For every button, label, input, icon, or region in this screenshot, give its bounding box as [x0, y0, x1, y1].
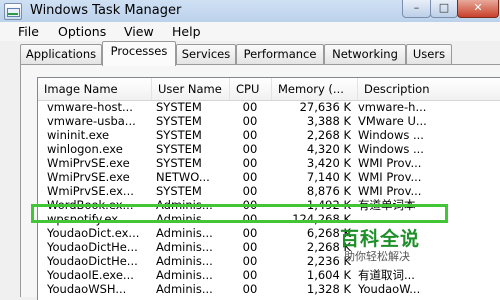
- task-manager-icon: [4, 3, 22, 20]
- process-memory: 2,268 K: [306, 128, 351, 142]
- process-cpu: 00: [242, 170, 258, 184]
- process-name: YoudaoDictHe...: [47, 254, 138, 268]
- process-cpu: 00: [242, 226, 258, 240]
- maximize-button[interactable]: □: [430, 0, 458, 18]
- watermark-logo: 百科全说 助你轻松解决: [340, 224, 460, 274]
- process-name: vmware-usba...: [47, 114, 136, 128]
- process-name: YoudaoDictHe...: [47, 240, 138, 254]
- process-name: YoudaoDict.ex...: [47, 226, 140, 240]
- process-row[interactable]: YoudaoWSH... Adminis... 00 1,328 K YoudaoW..…: [38, 282, 500, 296]
- process-row[interactable]: WmiPrvSE.exe SYSTEM 00 3,420 K WMI Prov...: [38, 156, 500, 170]
- tab-strip: Applications Processes Services Performa…: [0, 41, 500, 66]
- process-memory: 7,140 K: [306, 170, 351, 184]
- process-memory: 3,388 K: [306, 114, 351, 128]
- process-cpu: 00: [242, 156, 258, 170]
- column-memory[interactable]: Memory (...: [272, 78, 358, 100]
- process-description: YoudaoW...: [358, 282, 421, 296]
- menu-help[interactable]: Help: [172, 24, 201, 39]
- tab-services[interactable]: Services: [176, 44, 236, 64]
- watermark-title: 百科全说: [340, 228, 421, 250]
- process-name: YoudaoWSH...: [47, 282, 127, 296]
- process-user: SYSTEM: [156, 142, 202, 156]
- column-cpu[interactable]: CPU: [230, 78, 272, 100]
- process-user: Adminis...: [156, 254, 213, 268]
- process-name: WmiPrvSE.ex...: [47, 184, 134, 198]
- tab-processes[interactable]: Processes: [102, 41, 176, 66]
- menu-view[interactable]: View: [124, 24, 154, 39]
- process-name: vmware-host...: [47, 100, 133, 114]
- process-row[interactable]: wininit.exe SYSTEM 00 2,268 K Windows ...: [38, 128, 500, 142]
- column-description[interactable]: Description: [358, 78, 500, 100]
- process-memory: 1,328 K: [306, 282, 351, 296]
- tab-users[interactable]: Users: [406, 44, 452, 64]
- process-user: SYSTEM: [156, 128, 202, 142]
- process-cpu: 00: [242, 114, 258, 128]
- window-title: Windows Task Manager: [30, 3, 182, 18]
- process-memory: 3,420 K: [306, 156, 351, 170]
- menu-options[interactable]: Options: [58, 24, 106, 39]
- process-user: Adminis...: [156, 268, 213, 282]
- column-user-name[interactable]: User Name: [152, 78, 230, 100]
- process-user: Adminis...: [156, 226, 213, 240]
- process-row[interactable]: winlogon.exe SYSTEM 00 4,320 K Windows ...: [38, 142, 500, 156]
- minimize-button[interactable]: –: [402, 0, 431, 18]
- process-list-header: Image Name User Name CPU Memory (... Des…: [38, 78, 500, 101]
- process-cpu: 00: [242, 184, 258, 198]
- process-description: vmware-h...: [358, 100, 427, 114]
- process-cpu: 00: [242, 240, 258, 254]
- process-row[interactable]: vmware-usba... SYSTEM 00 3,388 K VMware U...: [38, 114, 500, 128]
- process-description: WMI Prov...: [358, 184, 422, 198]
- column-image-name[interactable]: Image Name: [38, 78, 152, 100]
- process-user: SYSTEM: [156, 100, 202, 114]
- process-name: WmiPrvSE.exe: [47, 170, 130, 184]
- process-description: VMware U...: [358, 114, 427, 128]
- close-button[interactable]: ✕: [457, 0, 499, 18]
- process-description: WMI Prov...: [358, 170, 422, 184]
- highlight-box: [31, 204, 448, 223]
- process-row[interactable]: WmiPrvSE.ex... SYSTEM 00 8,876 K WMI Prov...: [38, 184, 500, 198]
- watermark-subtitle: 助你轻松解决: [344, 250, 410, 263]
- process-user: Adminis...: [156, 282, 213, 296]
- menu-bar: File Options View Help: [0, 22, 500, 41]
- process-user: SYSTEM: [156, 114, 202, 128]
- process-cpu: 00: [242, 142, 258, 156]
- process-user: SYSTEM: [156, 156, 202, 170]
- process-row[interactable]: vmware-host... SYSTEM 00 27,636 K vmware-h..…: [38, 100, 500, 114]
- process-name: YoudaoIE.exe...: [47, 268, 134, 282]
- process-memory: 4,320 K: [306, 142, 351, 156]
- process-user: SYSTEM: [156, 184, 202, 198]
- process-memory: 8,876 K: [306, 184, 351, 198]
- process-name: wininit.exe: [47, 128, 110, 142]
- process-name: WmiPrvSE.exe: [47, 156, 130, 170]
- process-memory: 27,636 K: [299, 100, 351, 114]
- process-description: Windows ...: [358, 142, 424, 156]
- title-bar: Windows Task Manager – □ ✕: [0, 0, 500, 22]
- process-user: NETWO...: [156, 170, 210, 184]
- tab-performance[interactable]: Performance: [236, 44, 324, 64]
- tab-networking[interactable]: Networking: [324, 44, 406, 64]
- process-cpu: 00: [242, 128, 258, 142]
- process-cpu: 00: [242, 254, 258, 268]
- process-description: Windows ...: [358, 128, 424, 142]
- process-description: WMI Prov...: [358, 156, 422, 170]
- process-user: Adminis...: [156, 240, 213, 254]
- process-cpu: 00: [242, 282, 258, 296]
- process-name: winlogon.exe: [47, 142, 123, 156]
- menu-file[interactable]: File: [18, 24, 39, 39]
- process-cpu: 00: [242, 100, 258, 114]
- process-row[interactable]: WmiPrvSE.exe NETWO... 00 7,140 K WMI Prov...: [38, 170, 500, 184]
- process-cpu: 00: [242, 268, 258, 282]
- tab-applications[interactable]: Applications: [20, 44, 102, 64]
